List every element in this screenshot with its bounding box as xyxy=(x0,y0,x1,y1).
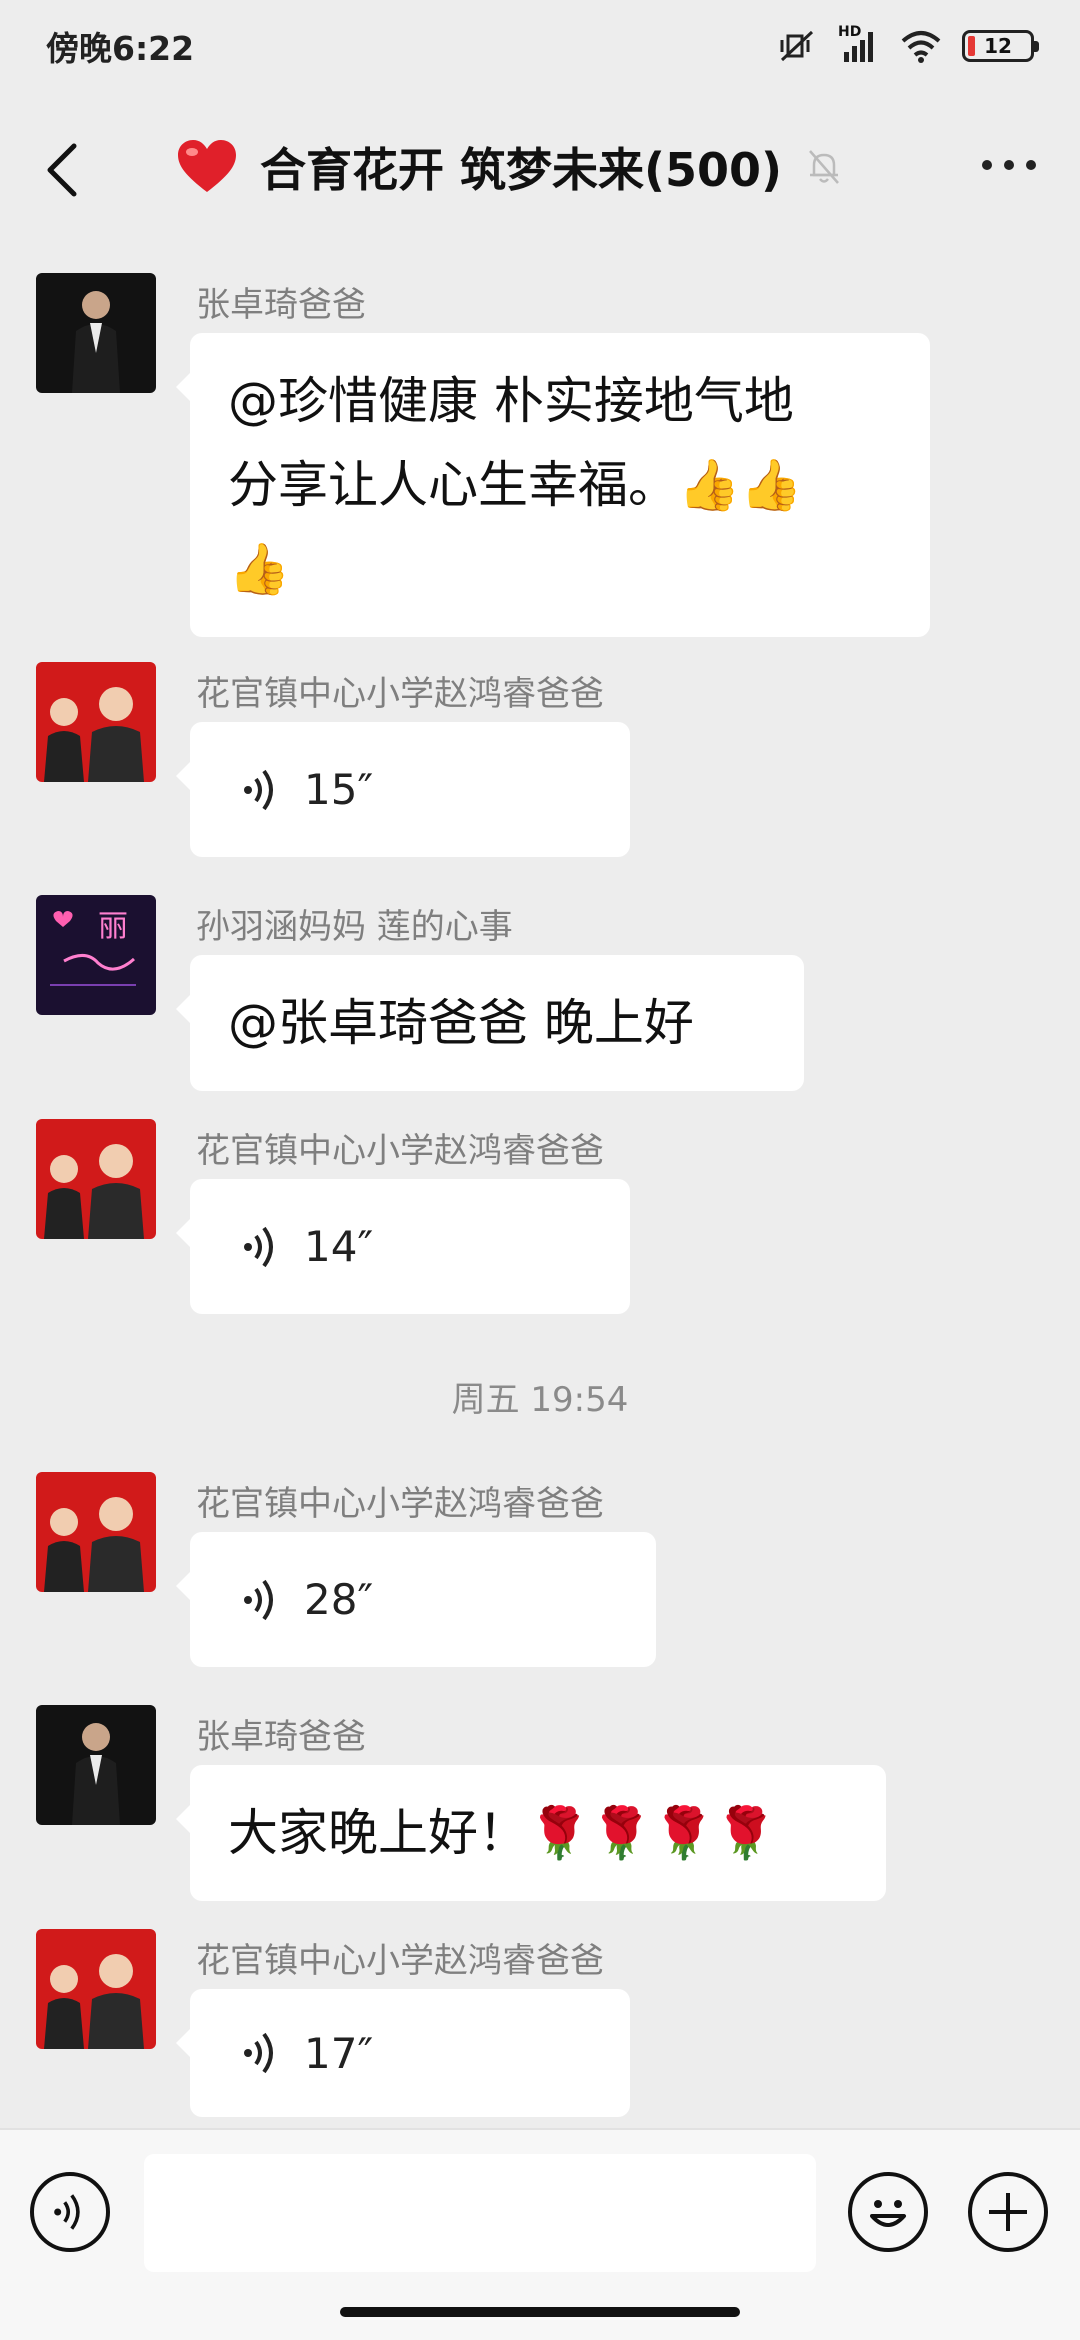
voice-wave-icon xyxy=(244,1226,273,1267)
chat-title-group: 合育花开 筑梦未来(500) xyxy=(176,132,844,202)
voice-duration: 28″ xyxy=(304,1575,374,1624)
mute-bell-icon xyxy=(809,150,840,184)
voice-wave-icon xyxy=(244,769,273,810)
plus-button[interactable] xyxy=(968,2172,1048,2252)
sender-name: 张卓琦爸爸 xyxy=(196,1717,366,1757)
message-bubble[interactable]: @珍惜健康 朴实接地气地 分享让人心生幸福。👍👍 👍 xyxy=(176,333,930,637)
message-bubble[interactable]: @张卓琦爸爸 晚上好 xyxy=(176,955,804,1091)
voice-message-bubble[interactable]: 28″ xyxy=(176,1532,656,1667)
avatar[interactable] xyxy=(36,1705,156,1825)
avatar-label: 丽 xyxy=(98,909,128,944)
sender-name: 花官镇中心小学赵鸿睿爸爸 xyxy=(196,1131,604,1171)
message-text-line: 分享让人心生幸福。👍👍 xyxy=(228,456,803,514)
emoji-button[interactable] xyxy=(848,2172,928,2252)
status-icons: HD 12 xyxy=(778,24,1039,64)
voice-message-bubble[interactable]: 15″ xyxy=(176,722,630,857)
voice-duration: 15″ xyxy=(304,765,374,814)
voice-wave-icon xyxy=(244,1579,273,1620)
message-text-line: @珍惜健康 朴实接地气地 xyxy=(228,372,794,430)
battery-icon: 12 xyxy=(962,30,1039,62)
message-text-line: 👍 xyxy=(228,540,291,598)
battery-level: 12 xyxy=(984,34,1012,58)
sender-name: 张卓琦爸爸 xyxy=(196,285,366,325)
voice-message-bubble[interactable]: 14″ xyxy=(176,1179,630,1314)
voice-wave-icon xyxy=(54,2194,80,2230)
voice-wave-icon xyxy=(244,2032,273,2074)
sender-name: 花官镇中心小学赵鸿睿爸爸 xyxy=(196,1484,604,1524)
avatar[interactable] xyxy=(36,1472,156,1592)
heart-icon xyxy=(178,140,236,192)
signal-icon: HD xyxy=(838,24,880,64)
message-bubble[interactable]: 大家晚上好！🌹🌹🌹🌹 xyxy=(176,1765,886,1901)
message-text-line: 大家晚上好！🌹🌹🌹🌹 xyxy=(228,1804,778,1862)
voice-duration: 17″ xyxy=(304,2028,374,2078)
avatar[interactable] xyxy=(36,662,156,782)
more-icon[interactable] xyxy=(982,160,1036,170)
status-time: 傍晚6:22 xyxy=(46,29,195,68)
status-bar: 傍晚6:22 HD 12 xyxy=(0,0,1080,92)
chat-header: 合育花开 筑梦未来(500) xyxy=(0,92,1080,242)
sender-name: 孙羽涵妈妈 莲的心事 xyxy=(196,907,513,947)
message-input[interactable] xyxy=(144,2154,816,2272)
voice-message-bubble[interactable]: 17″ xyxy=(176,1989,630,2117)
wifi-icon xyxy=(901,31,941,63)
voice-duration: 14″ xyxy=(304,1222,374,1271)
chat-title: 合育花开 筑梦未来(500) xyxy=(260,143,783,197)
sender-name: 花官镇中心小学赵鸿睿爸爸 xyxy=(196,674,604,714)
voice-input-button[interactable] xyxy=(30,2172,110,2252)
avatar[interactable] xyxy=(36,273,156,393)
home-indicator[interactable] xyxy=(340,2307,740,2317)
avatar[interactable] xyxy=(36,1119,156,1239)
plus-icon xyxy=(989,2193,1027,2231)
vibrate-mute-icon xyxy=(780,30,814,62)
message-text-line: @张卓琦爸爸 晚上好 xyxy=(228,994,694,1052)
emoji-icon xyxy=(870,2200,906,2227)
chat-timestamp: 周五 19:54 xyxy=(451,1380,629,1420)
avatar[interactable]: 丽 xyxy=(36,895,156,1015)
avatar[interactable] xyxy=(36,1929,156,2049)
sender-name: 花官镇中心小学赵鸿睿爸爸 xyxy=(196,1941,604,1981)
back-arrow-icon[interactable] xyxy=(38,140,88,200)
